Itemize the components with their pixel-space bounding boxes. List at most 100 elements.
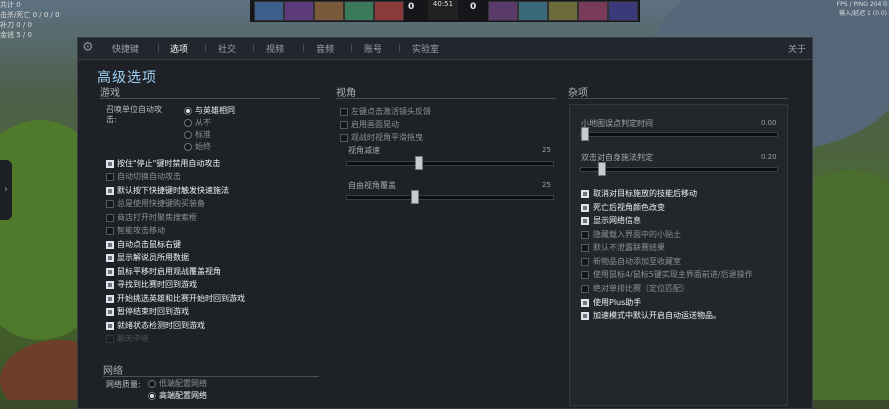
tab-video[interactable]: 视频: [266, 42, 284, 55]
checkbox[interactable]: [581, 299, 589, 307]
checkbox-label[interactable]: 使用鼠标4/鼠标5键实现主界面前进/后退操作: [593, 269, 753, 280]
checkbox-label[interactable]: 智能攻击移动: [117, 225, 165, 236]
checkbox[interactable]: [106, 335, 114, 343]
gear-icon[interactable]: ⚙: [82, 41, 96, 55]
checkbox-label[interactable]: 新物品自动添加至收藏室: [593, 256, 681, 267]
checkbox-label[interactable]: 默认不泄露联赛结果: [593, 242, 665, 253]
section-divider: [336, 98, 556, 99]
checkbox[interactable]: [106, 308, 114, 316]
checkbox-label[interactable]: 启用画面晃动: [351, 119, 399, 130]
checkbox-label[interactable]: 就绪状态检测时回到游戏: [117, 320, 205, 331]
checkbox-label[interactable]: 死亡后视角颜色改变: [593, 202, 665, 213]
dire-score: 0: [470, 2, 477, 12]
checkbox-label[interactable]: 开始挑选英雄和比赛开始时回到游戏: [117, 293, 245, 304]
hero-portrait[interactable]: [608, 1, 638, 21]
checkbox-label[interactable]: 隐藏载入界面中的小贴士: [593, 229, 681, 240]
checkbox[interactable]: [340, 108, 348, 116]
slider-knob[interactable]: [581, 127, 589, 141]
hero-portrait[interactable]: [578, 1, 608, 21]
checkbox[interactable]: [106, 322, 114, 330]
radio-label[interactable]: 低端配置网络: [159, 378, 207, 389]
slider-knob[interactable]: [411, 190, 419, 204]
checkbox-label[interactable]: 自动切换自动攻击: [117, 171, 181, 182]
camera-decel-slider-track[interactable]: [346, 156, 554, 170]
tab-hotkeys[interactable]: 快捷键: [112, 42, 139, 55]
free-camera-slider-track[interactable]: [346, 190, 554, 204]
radio-label[interactable]: 始终: [195, 141, 211, 152]
checkbox[interactable]: [340, 121, 348, 129]
checkbox[interactable]: [106, 173, 114, 181]
checkbox[interactable]: [106, 187, 114, 195]
checkbox-label[interactable]: 暂停结束时回到游戏: [117, 306, 189, 317]
checkbox[interactable]: [106, 268, 114, 276]
checkbox[interactable]: [106, 295, 114, 303]
checkbox[interactable]: [106, 160, 114, 168]
checkbox-label[interactable]: 显示解说员所用数据: [117, 252, 189, 263]
radio-button[interactable]: [148, 392, 156, 400]
checkbox-label[interactable]: 鼠标平移时启用观战覆盖视角: [117, 266, 221, 277]
checkbox-label[interactable]: 取消对目标施放的技能后移动: [593, 188, 697, 199]
tab-options[interactable]: 选项: [170, 42, 188, 55]
checkbox[interactable]: [581, 204, 589, 212]
checkbox[interactable]: [106, 254, 114, 262]
radio-button[interactable]: [184, 119, 192, 127]
checkbox-label[interactable]: 商店打开时聚焦搜索框: [117, 212, 197, 223]
checkbox[interactable]: [581, 244, 589, 252]
hero-portrait[interactable]: [374, 1, 404, 21]
hero-portrait[interactable]: [344, 1, 374, 21]
checkbox-label[interactable]: 左键点击激活镜头反馈: [351, 106, 431, 117]
checkbox[interactable]: [106, 281, 114, 289]
radio-label[interactable]: 与英雄相同: [195, 105, 235, 116]
radio-label[interactable]: 标准: [195, 129, 211, 140]
checkbox-label[interactable]: 按住"停止"键时禁用自动攻击: [117, 158, 220, 169]
checkbox[interactable]: [581, 285, 589, 293]
checkbox-label[interactable]: 聊天中继: [117, 333, 149, 344]
checkbox-label[interactable]: 显示网络信息: [593, 215, 641, 226]
side-panel-toggle[interactable]: ›: [0, 160, 12, 220]
hero-portrait[interactable]: [488, 1, 518, 21]
checkbox[interactable]: [106, 200, 114, 208]
checkbox-label[interactable]: 总是使用快捷键购买装备: [117, 198, 205, 209]
radio-label[interactable]: 从不: [195, 117, 211, 128]
tab-audio[interactable]: 音频: [316, 42, 334, 55]
checkbox-label[interactable]: 加速模式中默认开启自动运送物品。: [593, 310, 721, 321]
slider-label: 小地图误点判定时间: [581, 119, 653, 128]
hero-portrait[interactable]: [518, 1, 548, 21]
hero-portrait[interactable]: [284, 1, 314, 21]
section-title-game: 游戏: [100, 88, 120, 99]
checkbox[interactable]: [581, 258, 589, 266]
radio-button[interactable]: [184, 107, 192, 115]
checkbox[interactable]: [581, 217, 589, 225]
checkbox[interactable]: [581, 231, 589, 239]
checkbox-label[interactable]: 自动点击鼠标右键: [117, 239, 181, 250]
checkbox[interactable]: [106, 227, 114, 235]
radio-button[interactable]: [184, 143, 192, 151]
hud-line: 输入/延迟 1 (0.0): [839, 10, 887, 17]
double-tap-selfcast-slider-track[interactable]: [580, 162, 778, 176]
checkbox-label[interactable]: 使用Plus助手: [593, 297, 641, 308]
tab-social[interactable]: 社交: [218, 42, 236, 55]
checkbox[interactable]: [106, 214, 114, 222]
tab-labs[interactable]: 实验室: [412, 42, 439, 55]
checkbox-label[interactable]: 默认按下快捷键时触发快速施法: [117, 185, 229, 196]
checkbox[interactable]: [340, 134, 348, 142]
radio-button[interactable]: [184, 131, 192, 139]
hero-portrait[interactable]: [548, 1, 578, 21]
hero-portrait[interactable]: [254, 1, 284, 21]
tab-account[interactable]: 账号: [364, 42, 382, 55]
hero-portrait[interactable]: [314, 1, 344, 21]
slider-value: 0.20: [761, 153, 777, 161]
checkbox-label[interactable]: 观战时视角平滑拖曳: [351, 132, 423, 143]
checkbox-label[interactable]: 寻找到比赛时回到游戏: [117, 279, 197, 290]
radio-button[interactable]: [148, 380, 156, 388]
radio-label[interactable]: 高端配置网络: [159, 390, 207, 401]
checkbox[interactable]: [581, 271, 589, 279]
checkbox[interactable]: [106, 241, 114, 249]
slider-knob[interactable]: [415, 156, 423, 170]
minimap-misclick-slider-track[interactable]: [580, 127, 778, 141]
checkbox[interactable]: [581, 190, 589, 198]
slider-knob[interactable]: [598, 162, 606, 176]
checkbox-label[interactable]: 绝对单排比赛（定位匹配）: [593, 283, 689, 294]
tab-about[interactable]: 关于: [788, 42, 806, 55]
checkbox[interactable]: [581, 312, 589, 320]
